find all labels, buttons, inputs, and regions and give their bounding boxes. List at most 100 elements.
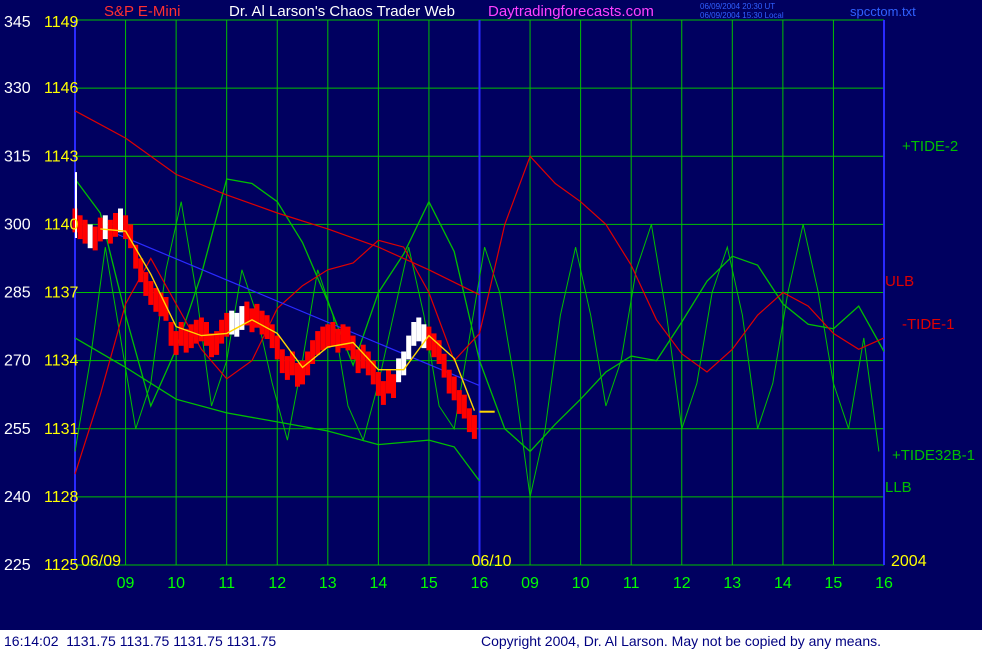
price-bar bbox=[279, 349, 285, 374]
timestamp-local: 06/09/2004 15:30 Local bbox=[700, 11, 784, 20]
x-tick-label: 14 bbox=[369, 575, 387, 592]
price-bar bbox=[269, 324, 275, 349]
x-date-label: 2004 bbox=[891, 553, 927, 570]
price-bar bbox=[406, 335, 412, 360]
price-bar bbox=[219, 319, 225, 344]
price-bar bbox=[320, 326, 326, 351]
x-tick-label: 11 bbox=[218, 575, 235, 592]
y-tick-label-b: 1149 bbox=[44, 14, 79, 31]
price-bar bbox=[295, 362, 300, 387]
price-bar bbox=[401, 351, 407, 376]
price-bar bbox=[456, 390, 462, 414]
price-bar bbox=[102, 215, 108, 240]
chart-title-left: S&P E-Mini bbox=[104, 3, 180, 20]
x-tick-label: 12 bbox=[673, 575, 691, 592]
price-bar bbox=[118, 208, 123, 233]
price-bar bbox=[441, 353, 447, 378]
price-bar bbox=[82, 219, 88, 244]
price-bar bbox=[274, 335, 280, 360]
y-tick-label-a: 255 bbox=[4, 421, 31, 438]
x-tick-label: 10 bbox=[572, 575, 590, 592]
series-label: +TIDE-2 bbox=[902, 138, 958, 155]
y-tick-label-b: 1131 bbox=[44, 421, 79, 438]
price-bar bbox=[325, 324, 331, 349]
price-bar bbox=[168, 322, 174, 346]
x-tick-label: 13 bbox=[319, 575, 337, 592]
copyright-notice: Copyright 2004, Dr. Al Larson. May not b… bbox=[481, 633, 881, 649]
price-bar bbox=[431, 333, 437, 358]
site-link[interactable]: Daytradingforecasts.com bbox=[488, 3, 654, 20]
y-tick-label-b: 1125 bbox=[44, 557, 79, 574]
x-tick-label: 16 bbox=[875, 575, 893, 592]
price-bar bbox=[87, 224, 93, 249]
x-tick-label: 14 bbox=[774, 575, 792, 592]
price-bar bbox=[188, 324, 194, 349]
price-bar bbox=[391, 374, 396, 398]
price-bar bbox=[330, 322, 336, 346]
price-bar bbox=[355, 349, 361, 374]
price-bar bbox=[411, 322, 417, 346]
price-bar bbox=[350, 335, 356, 360]
y-tick-label-b: 1146 bbox=[44, 80, 79, 97]
price-bar bbox=[173, 331, 179, 355]
y-tick-label-a: 225 bbox=[4, 557, 31, 574]
price-bar bbox=[107, 219, 113, 244]
x-tick-label: 09 bbox=[117, 575, 135, 592]
price-bar bbox=[471, 415, 477, 439]
y-tick-label-a: 270 bbox=[4, 353, 31, 370]
y-tick-label-b: 1134 bbox=[44, 353, 79, 370]
x-tick-label: 09 bbox=[521, 575, 539, 592]
series-label: LLB bbox=[885, 479, 912, 496]
y-tick-label-a: 240 bbox=[4, 489, 31, 506]
y-tick-label-a: 285 bbox=[4, 285, 31, 302]
price-bar bbox=[259, 310, 265, 335]
price-bar bbox=[148, 281, 154, 305]
y-tick-label-b: 1143 bbox=[44, 148, 79, 165]
price-bar bbox=[138, 258, 144, 283]
price-bar bbox=[345, 326, 351, 351]
chart: 345 1149 330 1146 315 1143 300 1140 285 1137 270 11… bbox=[0, 0, 982, 650]
price-bar bbox=[446, 369, 452, 394]
x-tick-label: 15 bbox=[825, 575, 843, 592]
price-bar bbox=[451, 376, 457, 401]
price-bar bbox=[143, 272, 149, 296]
last-quote: 16:14:02 1131.75 1131.75 1131.75 1131.75 bbox=[4, 633, 276, 649]
price-bar bbox=[284, 356, 290, 380]
price-bar bbox=[365, 351, 371, 376]
y-tick-label-b: 1128 bbox=[44, 489, 79, 506]
x-date-label: 06/10 bbox=[472, 553, 512, 570]
price-bar bbox=[360, 344, 366, 369]
price-bar bbox=[416, 317, 422, 342]
price-bar bbox=[183, 328, 189, 353]
series-label: ULB bbox=[885, 273, 914, 290]
price-bar bbox=[234, 312, 240, 337]
chart-root: 345 1149 330 1146 315 1143 300 1140 285 1137 270 11… bbox=[0, 0, 982, 650]
y-tick-label-a: 330 bbox=[4, 80, 31, 97]
y-tick-label-a: 345 bbox=[4, 14, 31, 31]
price-bar bbox=[113, 213, 118, 237]
y-tick-label-b: 1137 bbox=[44, 285, 79, 302]
price-bar bbox=[193, 319, 199, 344]
price-bar bbox=[335, 328, 341, 353]
x-tick-label: 10 bbox=[167, 575, 185, 592]
y-tick-label-a: 300 bbox=[4, 216, 31, 233]
data-file-name: spcctom.txt bbox=[850, 4, 916, 19]
series-label: +TIDE32B-1 bbox=[892, 447, 975, 464]
timestamp-ut: 06/09/2004 20:30 UT bbox=[700, 2, 775, 11]
price-bar bbox=[466, 408, 472, 433]
price-bar bbox=[375, 372, 381, 396]
x-date-label: 06/09 bbox=[81, 553, 121, 570]
price-bar bbox=[380, 381, 386, 405]
price-bar bbox=[153, 288, 159, 312]
y-tick-label-b: 1140 bbox=[44, 216, 79, 233]
price-bar bbox=[315, 331, 321, 355]
x-tick-label: 12 bbox=[268, 575, 286, 592]
price-bar bbox=[204, 322, 209, 346]
chart-title-center: Dr. Al Larson's Chaos Trader Web bbox=[229, 3, 455, 20]
x-tick-label: 15 bbox=[420, 575, 438, 592]
price-bar bbox=[209, 333, 214, 358]
y-tick-label-a: 315 bbox=[4, 148, 31, 165]
price-bar bbox=[178, 322, 184, 346]
x-tick-label: 16 bbox=[471, 575, 489, 592]
price-bar bbox=[198, 317, 204, 342]
